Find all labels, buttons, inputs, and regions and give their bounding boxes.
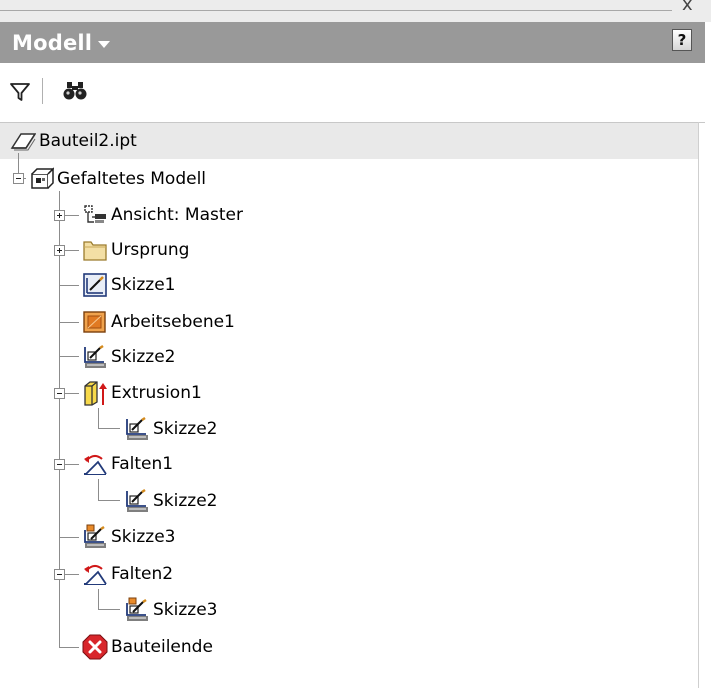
expand-icon[interactable]	[54, 210, 65, 221]
folder-icon	[82, 237, 108, 263]
tree-node-label: Skizze3	[153, 600, 218, 620]
tree-line	[65, 393, 79, 394]
tree-line	[59, 356, 79, 357]
close-icon[interactable]: x	[682, 0, 693, 15]
tree-node-label: Bauteilende	[111, 637, 213, 657]
panel-header: Modell ?	[0, 22, 705, 63]
tree-line	[59, 647, 79, 648]
help-button[interactable]: ?	[672, 29, 692, 51]
tree-node-label: Falten1	[111, 454, 174, 474]
tree-node-label: Skizze2	[153, 491, 218, 511]
tree-node-label: Arbeitsebene1	[111, 312, 235, 332]
tree-node-fold1-sketch2[interactable]: Skizze2	[124, 486, 217, 516]
tree-node-sketch1[interactable]: Skizze1	[82, 270, 175, 300]
binoculars-icon[interactable]	[62, 80, 88, 106]
tree-node-label: Gefaltetes Modell	[57, 169, 207, 189]
toolbar-separator	[42, 78, 43, 104]
view-icon	[82, 202, 108, 228]
tree-node-origin[interactable]: Ursprung	[82, 235, 189, 265]
tree-line	[98, 408, 99, 428]
tree-line	[59, 285, 79, 286]
tree-node-label: Skizze2	[153, 419, 218, 439]
tree-node-root[interactable]: Bauteil2.ipt	[10, 126, 137, 156]
collapse-icon[interactable]	[13, 173, 24, 184]
tree-node-folded-model[interactable]: Gefaltetes Modell	[28, 164, 206, 194]
tree-node-view-master[interactable]: Ansicht: Master	[82, 200, 243, 230]
model-tree: Bauteil2.ipt Gefaltetes Modell Ansicht: …	[0, 122, 705, 688]
tree-node-label: Extrusion1	[111, 383, 202, 403]
collapse-icon[interactable]	[54, 388, 65, 399]
expand-icon[interactable]	[54, 245, 65, 256]
tree-line	[98, 500, 120, 501]
tree-line	[65, 250, 79, 251]
tree-line	[98, 609, 120, 610]
tree-node-extrusion1[interactable]: Extrusion1	[82, 378, 202, 408]
tree-line	[59, 537, 79, 538]
tree-line	[98, 589, 99, 609]
tree-node-sketch3[interactable]: Skizze3	[82, 522, 175, 552]
tree-line	[65, 574, 79, 575]
collapse-icon[interactable]	[54, 459, 65, 470]
tree-line	[65, 215, 79, 216]
chevron-down-icon[interactable]	[98, 41, 111, 48]
tree-line	[65, 464, 79, 465]
sketch-3d-icon	[124, 416, 150, 442]
filter-icon[interactable]	[9, 81, 31, 107]
tree-right-border	[698, 122, 699, 688]
tree-node-extrusion1-sketch2[interactable]: Skizze2	[124, 414, 217, 444]
tree-node-fold1[interactable]: Falten1	[82, 449, 173, 479]
sketch-consumed-icon	[124, 597, 150, 623]
work-plane-icon	[82, 309, 108, 335]
extrusion-icon	[82, 380, 108, 406]
tree-line	[98, 428, 120, 429]
end-of-part-icon	[82, 634, 108, 660]
tree-node-work-plane1[interactable]: Arbeitsebene1	[82, 307, 235, 337]
top-divider	[0, 10, 672, 11]
tree-node-end-of-part[interactable]: Bauteilende	[82, 632, 213, 662]
sketch-3d-icon	[124, 488, 150, 514]
tree-line	[98, 479, 99, 500]
tree-node-label: Ursprung	[111, 240, 190, 260]
tree-node-fold2[interactable]: Falten2	[82, 559, 173, 589]
collapse-icon[interactable]	[54, 569, 65, 580]
tree-node-label: Falten2	[111, 564, 174, 584]
tree-node-label: Skizze3	[111, 527, 176, 547]
browser-toolbar	[0, 63, 705, 118]
tree-line	[59, 322, 79, 323]
sketch-3d-icon	[82, 344, 108, 370]
tree-node-sketch2[interactable]: Skizze2	[82, 342, 175, 372]
window-top-strip: x	[0, 0, 711, 22]
tree-node-fold2-sketch3[interactable]: Skizze3	[124, 595, 217, 625]
tree-node-label: Ansicht: Master	[111, 205, 243, 225]
panel-title[interactable]: Modell	[12, 31, 92, 55]
tree-node-label: Skizze2	[111, 347, 176, 367]
sketch-consumed-icon	[82, 524, 108, 550]
folded-model-icon	[28, 166, 55, 192]
model-browser-window: x Modell ? Bauteil2.ipt Gefaltetes Model…	[0, 0, 711, 688]
sketch-icon	[82, 272, 108, 298]
tree-node-label: Bauteil2.ipt	[39, 131, 137, 151]
tree-node-label: Skizze1	[111, 275, 176, 295]
fold-icon	[82, 561, 108, 587]
fold-icon	[82, 451, 108, 477]
part-icon	[10, 128, 37, 154]
